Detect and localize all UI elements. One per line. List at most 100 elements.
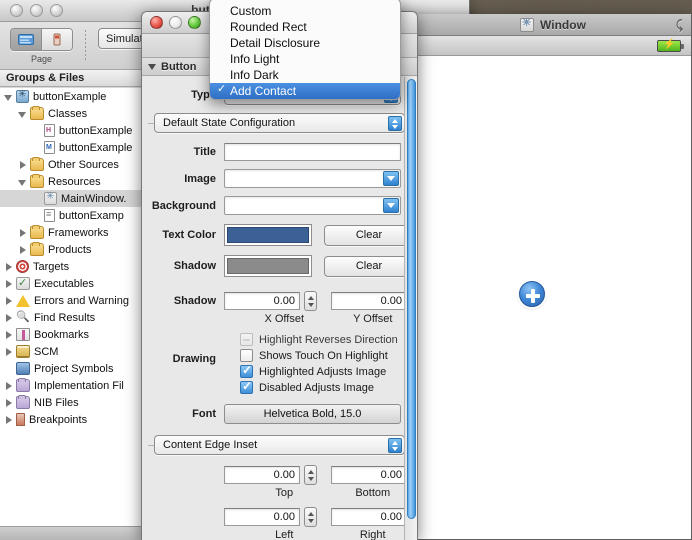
disclosure-twisty-open-icon[interactable] xyxy=(18,177,28,187)
disclosure-twisty-closed-icon[interactable] xyxy=(4,398,14,408)
menu-item-rounded-rect[interactable]: Rounded Rect xyxy=(210,19,400,35)
menu-item-info-dark[interactable]: Info Dark xyxy=(210,67,400,83)
file-type-tag: H xyxy=(46,127,51,135)
nib-window-icon xyxy=(520,18,534,32)
inspector-content: Type Add Contact Default State Configura… xyxy=(142,77,417,540)
checkbox-checked-icon[interactable] xyxy=(240,381,253,394)
tree-item-label: MainWindow. xyxy=(61,193,126,205)
shadow-x-stepper[interactable] xyxy=(304,291,317,311)
inset-left-right-captions: Left Right xyxy=(142,529,417,540)
shadow-color-swatch[interactable] xyxy=(224,255,312,277)
scm-icon xyxy=(16,345,30,358)
scrollbar-thumb[interactable] xyxy=(407,79,416,519)
inset-left-input[interactable]: 0.00 xyxy=(224,508,300,526)
editor-view-icon[interactable] xyxy=(11,29,41,50)
interface-builder-window: Window ⤹ xyxy=(414,14,692,540)
checkmark-icon: ✓ xyxy=(217,82,226,95)
disclosure-twisty-closed-icon[interactable] xyxy=(4,296,14,306)
edge-inset-popup[interactable]: Content Edge Inset xyxy=(154,435,405,455)
tree-item-label: buttonExample xyxy=(59,125,132,137)
project-icon xyxy=(16,90,29,103)
disclosure-twisty-closed-icon[interactable] xyxy=(4,262,14,272)
button-type-menu[interactable]: CustomRounded RectDetail DisclosureInfo … xyxy=(209,0,401,100)
folder-icon xyxy=(30,158,44,171)
tree-item-label: Find Results xyxy=(34,312,95,324)
disclosure-triangle-down-icon[interactable] xyxy=(148,64,156,70)
disclosure-twisty-closed-icon[interactable] xyxy=(4,279,14,289)
drawing-option-row[interactable]: Highlight Reverses Direction xyxy=(142,333,417,346)
tree-item-label: SCM xyxy=(34,346,58,358)
chevron-down-icon[interactable] xyxy=(383,171,399,186)
text-color-fill xyxy=(227,227,309,243)
tree-item-label: Implementation Fil xyxy=(34,380,124,392)
menu-item-custom[interactable]: Custom xyxy=(210,3,400,19)
text-color-label: Text Color xyxy=(150,229,224,241)
shadow-x-input[interactable]: 0.00 xyxy=(224,292,300,310)
ib-window-titlebar[interactable]: Window ⤹ xyxy=(415,14,691,36)
title-input[interactable] xyxy=(224,143,401,161)
drawing-option-row[interactable]: Disabled Adjusts Image xyxy=(142,381,417,394)
ib-canvas[interactable] xyxy=(415,57,691,539)
inspector-scrollbar[interactable] xyxy=(404,77,417,540)
inset-popup-row: Content Edge Inset xyxy=(142,435,417,455)
inset-left-stepper[interactable] xyxy=(304,507,317,527)
state-configuration-popup[interactable]: Default State Configuration xyxy=(154,113,405,133)
symbols-icon xyxy=(16,362,30,375)
close-button[interactable] xyxy=(150,16,163,29)
inspector-window-controls[interactable] xyxy=(150,16,201,29)
background-combo[interactable] xyxy=(224,196,401,215)
menu-item-label: Custom xyxy=(230,4,271,18)
disclosure-twisty-closed-icon[interactable] xyxy=(18,245,28,255)
inset-top-input[interactable]: 0.00 xyxy=(224,466,300,484)
view-segmented-control[interactable] xyxy=(10,28,73,51)
disclosure-twisty-closed-icon[interactable] xyxy=(4,313,14,323)
menu-item-info-light[interactable]: Info Light xyxy=(210,51,400,67)
disclosure-twisty-closed-icon[interactable] xyxy=(4,415,14,425)
font-button[interactable]: Helvetica Bold, 15.0 xyxy=(224,404,401,424)
chevron-updown-icon[interactable] xyxy=(388,438,402,453)
menu-item-label: Info Dark xyxy=(230,68,279,82)
tree-item-label: Breakpoints xyxy=(29,414,87,426)
chevron-down-icon[interactable] xyxy=(383,198,399,213)
tree-item-label: Resources xyxy=(48,176,101,188)
drawing-option-label: Highlighted Adjusts Image xyxy=(259,366,386,378)
inset-right-input[interactable]: 0.00 xyxy=(331,508,407,526)
resize-icon[interactable]: ⤹ xyxy=(676,18,683,33)
inset-bottom-input[interactable]: 0.00 xyxy=(331,466,407,484)
disclosure-twisty-closed-icon[interactable] xyxy=(4,330,14,340)
text-color-swatch[interactable] xyxy=(224,224,312,246)
menu-item-detail-disclosure[interactable]: Detail Disclosure xyxy=(210,35,400,51)
chevron-updown-icon[interactable] xyxy=(388,116,402,131)
disclosure-twisty-closed-icon[interactable] xyxy=(18,160,28,170)
shadow-color-clear-button[interactable]: Clear xyxy=(324,256,414,277)
view-toggle-group[interactable]: Page xyxy=(10,28,73,64)
checkbox-checked-icon[interactable] xyxy=(240,365,253,378)
shadow-y-input[interactable]: 0.00 xyxy=(331,292,407,310)
zoom-button[interactable] xyxy=(188,16,201,29)
menu-item-label: Rounded Rect xyxy=(230,20,307,34)
disclosure-twisty-closed-icon[interactable] xyxy=(4,381,14,391)
disclosure-twisty-closed-icon[interactable] xyxy=(4,347,14,357)
disclosure-twisty-open-icon[interactable] xyxy=(18,109,28,119)
menu-item-add-contact[interactable]: ✓Add Contact xyxy=(210,83,400,99)
add-contact-plus-icon[interactable] xyxy=(519,281,545,307)
ib-window-title: Window xyxy=(540,18,586,32)
shadow-offset-row: Shadow 0.00 0.00 xyxy=(142,291,417,311)
shadow-color-row: Shadow Clear xyxy=(142,255,417,277)
inset-top-stepper[interactable] xyxy=(304,465,317,485)
twisty-spacer xyxy=(4,364,14,374)
tree-item-label: buttonExample xyxy=(33,91,106,103)
drawing-option-row[interactable]: Highlighted Adjusts Image xyxy=(142,365,417,378)
tree-item-label: Errors and Warning xyxy=(34,295,129,307)
toolbar-separator xyxy=(85,30,86,60)
disclosure-twisty-open-icon[interactable] xyxy=(4,92,14,102)
image-combo[interactable] xyxy=(224,169,401,188)
drawing-option-label: Disabled Adjusts Image xyxy=(259,382,374,394)
minimize-button[interactable] xyxy=(169,16,182,29)
breakpoint-icon xyxy=(16,413,25,426)
shadow-color-fill xyxy=(227,258,309,274)
checkbox-unchecked-icon[interactable] xyxy=(240,349,253,362)
text-color-clear-button[interactable]: Clear xyxy=(324,225,414,246)
detail-view-icon[interactable] xyxy=(42,29,72,50)
disclosure-twisty-closed-icon[interactable] xyxy=(18,228,28,238)
